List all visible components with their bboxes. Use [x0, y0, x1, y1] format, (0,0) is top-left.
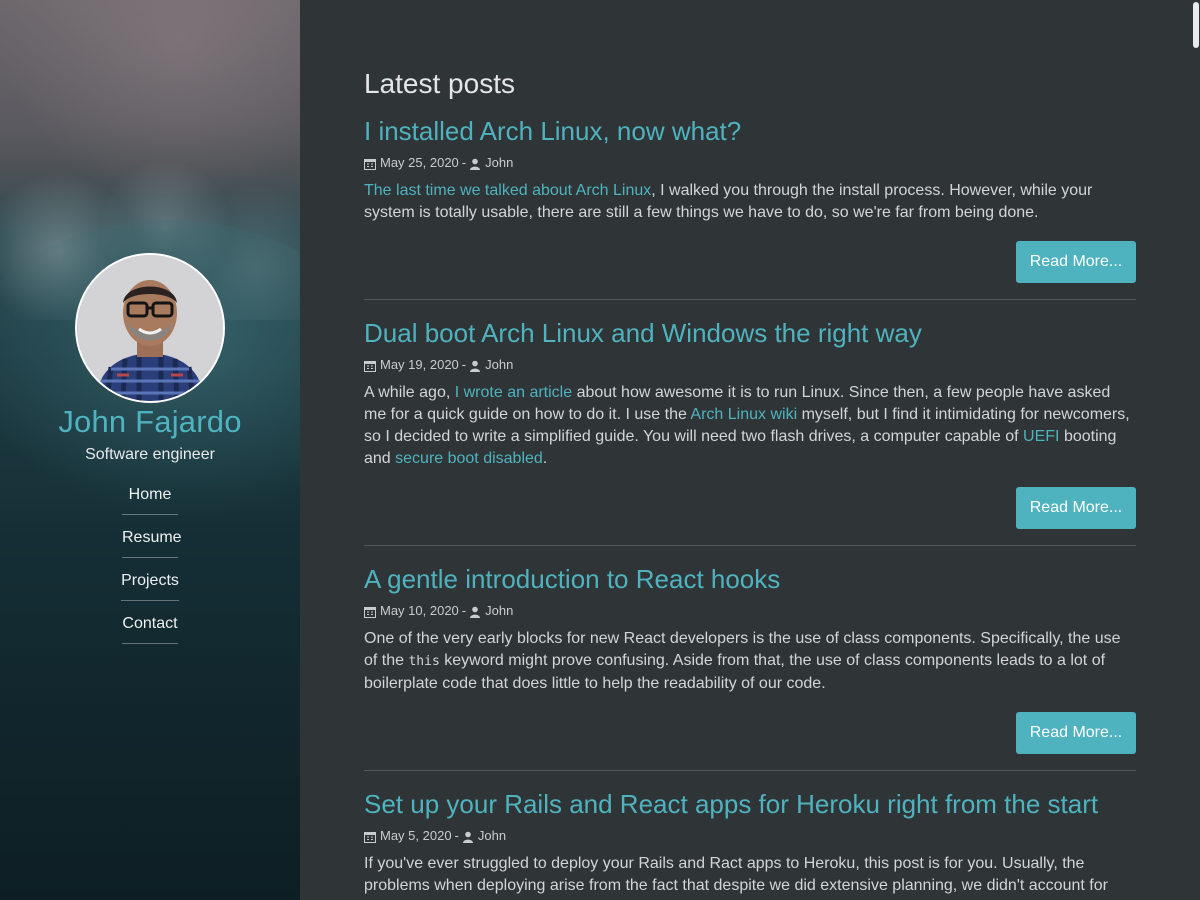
- excerpt-text: If you've ever struggled to deploy your …: [364, 855, 1108, 894]
- post-title-link[interactable]: I installed Arch Linux, now what?: [364, 114, 1136, 148]
- main-content: Latest posts I installed Arch Linux, now…: [300, 0, 1200, 900]
- inline-code: this: [408, 654, 440, 669]
- posts-container: Latest posts I installed Arch Linux, now…: [364, 66, 1136, 897]
- post-excerpt: If you've ever struggled to deploy your …: [364, 853, 1136, 897]
- meta-separator: -: [461, 603, 467, 618]
- read-more-button[interactable]: Read More...: [1016, 712, 1136, 754]
- scrollbar-thumb[interactable]: [1193, 2, 1199, 48]
- post-excerpt: A while ago, I wrote an article about ho…: [364, 382, 1136, 470]
- post-item: Dual boot Arch Linux and Windows the rig…: [364, 316, 1136, 546]
- inline-link[interactable]: The last time we talked about Arch Linux: [364, 182, 651, 199]
- post-author: John: [485, 603, 514, 618]
- post-excerpt: The last time we talked about Arch Linux…: [364, 180, 1136, 224]
- post-author: John: [485, 155, 514, 170]
- post-meta: May 5, 2020- John: [364, 827, 1136, 845]
- excerpt-text: keyword might prove confusing. Aside fro…: [364, 652, 1106, 692]
- nav-item-home[interactable]: Home: [122, 480, 178, 515]
- post-item: I installed Arch Linux, now what? May 25,…: [364, 114, 1136, 300]
- scrollbar[interactable]: [1191, 0, 1200, 900]
- post-date: May 19, 2020: [380, 357, 459, 372]
- user-icon: [469, 157, 481, 170]
- post-meta: May 10, 2020- John: [364, 602, 1136, 620]
- post-item: Set up your Rails and React apps for Her…: [364, 787, 1136, 897]
- post-title-link[interactable]: Set up your Rails and React apps for Her…: [364, 787, 1136, 821]
- calendar-icon: [364, 605, 376, 618]
- profile-name: John Fajardo: [58, 404, 242, 439]
- profile-role: Software engineer: [85, 446, 215, 463]
- sidebar: John Fajardo Software engineer Home Resu…: [0, 0, 300, 900]
- inline-link[interactable]: I wrote an article: [455, 384, 572, 401]
- post-excerpt: One of the very early blocks for new Rea…: [364, 628, 1136, 695]
- meta-separator: -: [461, 357, 467, 372]
- user-icon: [469, 359, 481, 372]
- post-meta: May 19, 2020- John: [364, 356, 1136, 374]
- inline-link[interactable]: secure boot disabled: [395, 450, 543, 467]
- calendar-icon: [364, 830, 376, 843]
- excerpt-text: A while ago,: [364, 384, 455, 401]
- inline-link[interactable]: Arch Linux wiki: [690, 406, 797, 423]
- excerpt-text: .: [542, 450, 548, 467]
- meta-separator: -: [454, 828, 459, 843]
- post-author: John: [477, 828, 507, 843]
- avatar: [75, 253, 225, 403]
- post-list: I installed Arch Linux, now what? May 25,…: [364, 114, 1136, 897]
- sidebar-nav: Home Resume Projects Contact: [0, 480, 300, 652]
- post-item: A gentle introduction to React hooks May …: [364, 562, 1136, 771]
- post-date: May 25, 2020: [380, 155, 459, 170]
- nav-item-contact[interactable]: Contact: [122, 609, 178, 644]
- post-title-link[interactable]: A gentle introduction to React hooks: [364, 562, 1136, 596]
- read-more-button[interactable]: Read More...: [1016, 241, 1136, 283]
- calendar-icon: [364, 157, 376, 170]
- nav-item-projects[interactable]: Projects: [121, 566, 179, 601]
- post-meta: May 25, 2020- John: [364, 154, 1136, 172]
- calendar-icon: [364, 359, 376, 372]
- post-date: May 10, 2020: [380, 603, 459, 618]
- nav-item-resume[interactable]: Resume: [122, 523, 182, 558]
- post-title-link[interactable]: Dual boot Arch Linux and Windows the rig…: [364, 316, 1136, 350]
- user-icon: [462, 830, 474, 843]
- read-more-button[interactable]: Read More...: [1016, 487, 1136, 529]
- user-icon: [469, 605, 481, 618]
- page-title: Latest posts: [364, 68, 515, 99]
- post-author: John: [485, 357, 514, 372]
- meta-separator: -: [461, 155, 467, 170]
- post-date: May 5, 2020: [380, 828, 452, 843]
- inline-link[interactable]: UEFI: [1023, 428, 1059, 445]
